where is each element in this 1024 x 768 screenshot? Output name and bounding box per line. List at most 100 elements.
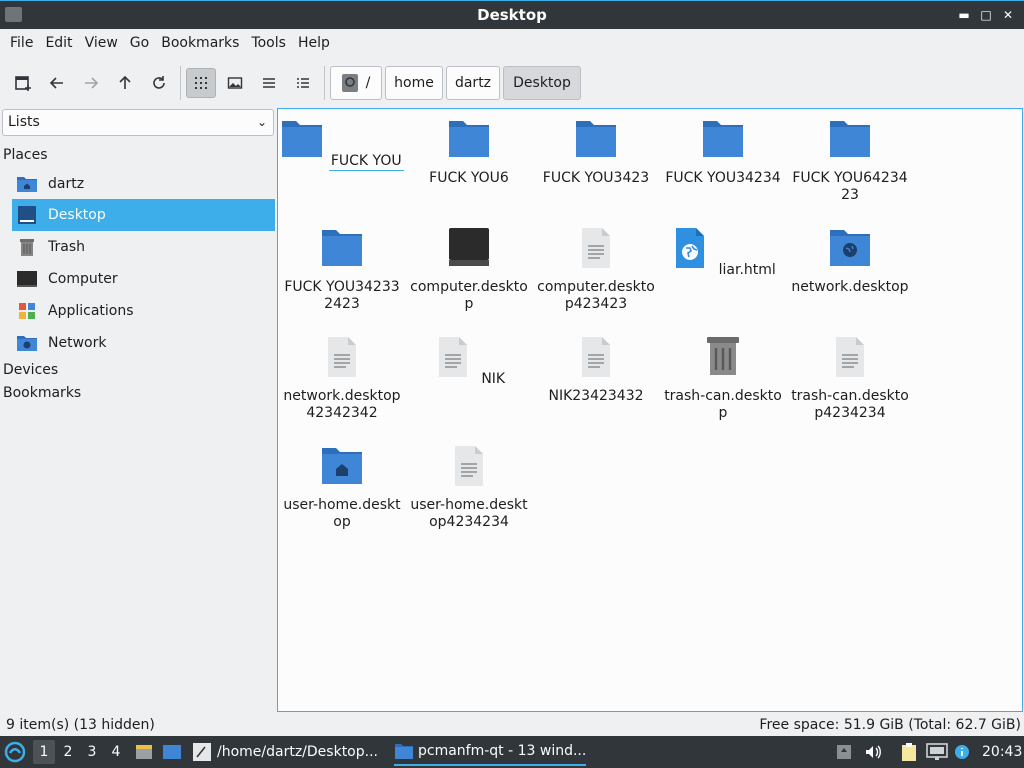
reload-button[interactable] bbox=[144, 68, 174, 98]
desktop-switch-2[interactable]: 2 bbox=[57, 740, 79, 764]
menu-tools[interactable]: Tools bbox=[245, 31, 292, 55]
file-item[interactable]: trash-can.desktop4234234 bbox=[788, 335, 912, 422]
toolbar-separator bbox=[324, 66, 325, 100]
tray-network[interactable] bbox=[926, 736, 948, 768]
info-icon bbox=[955, 745, 969, 759]
clock[interactable]: 20:43 bbox=[982, 736, 1022, 768]
place-computer[interactable]: Computer bbox=[12, 263, 275, 295]
folder-icon bbox=[830, 121, 870, 157]
file-item[interactable]: FUCK YOU6 bbox=[407, 117, 531, 187]
desktop-switch-1[interactable]: 1 bbox=[33, 740, 55, 764]
file-name: user-home.desktop bbox=[283, 497, 401, 530]
side-pane-selector-value: Lists bbox=[8, 114, 40, 130]
file-item[interactable]: user-home.desktop4234234 bbox=[407, 444, 531, 531]
task-label: /home/dartz/Desktop... bbox=[217, 744, 378, 760]
network-folder-icon bbox=[830, 230, 870, 266]
file-name: trash-can.desktop bbox=[664, 388, 782, 421]
file-item[interactable]: FUCK YOU34234 bbox=[661, 117, 785, 187]
file-item[interactable]: FUCK YOU6423423 bbox=[788, 117, 912, 204]
file-item[interactable]: user-home.desktop bbox=[280, 444, 404, 531]
file-name: FUCK YOU34234 bbox=[665, 170, 781, 186]
file-item[interactable]: trash-can.desktop bbox=[661, 335, 785, 422]
close-icon[interactable]: ✕ bbox=[998, 5, 1018, 25]
image-icon bbox=[227, 77, 243, 89]
computer-icon bbox=[449, 228, 489, 266]
html-file-icon bbox=[676, 228, 705, 268]
tray-volume[interactable] bbox=[864, 736, 882, 768]
forward-button[interactable] bbox=[76, 68, 106, 98]
place-label: Computer bbox=[48, 271, 118, 287]
back-button[interactable] bbox=[42, 68, 72, 98]
tray-notifications[interactable] bbox=[954, 736, 970, 768]
places-header[interactable]: Places bbox=[3, 147, 48, 163]
menu-edit[interactable]: Edit bbox=[39, 31, 78, 55]
arrow-right-icon bbox=[85, 77, 99, 89]
menu-view[interactable]: View bbox=[79, 31, 124, 55]
file-item[interactable]: computer.desktop423423 bbox=[534, 226, 658, 313]
side-pane-selector[interactable]: Lists ⌄ bbox=[2, 109, 274, 136]
quicklaunch-file-manager[interactable] bbox=[134, 736, 154, 768]
network-folder-icon bbox=[17, 336, 37, 351]
file-item[interactable]: FUCK YOU3423 bbox=[534, 117, 658, 187]
file-item[interactable]: FUCK YOU342332423 bbox=[280, 226, 404, 313]
file-name: FUCK YOU6 bbox=[429, 170, 509, 186]
file-name: NIK bbox=[481, 371, 506, 387]
file-item[interactable]: network.desktop bbox=[788, 226, 912, 296]
task-terminal[interactable]: /home/dartz/Desktop... bbox=[192, 738, 388, 766]
place-desktop[interactable]: Desktop bbox=[12, 199, 275, 231]
restore-icon[interactable]: □ bbox=[976, 5, 996, 25]
tray-clipboard[interactable] bbox=[900, 736, 918, 768]
file-item[interactable]: liar.html bbox=[661, 226, 785, 279]
desktop-switch-4[interactable]: 4 bbox=[105, 740, 127, 764]
file-name: user-home.desktop4234234 bbox=[410, 497, 528, 530]
file-view[interactable]: FUCK YOU FUCK YOU6 FUCK YOU3423 FUCK YOU… bbox=[277, 108, 1023, 712]
text-file-icon bbox=[455, 446, 483, 486]
place-label: Desktop bbox=[48, 207, 106, 223]
computer-icon bbox=[17, 271, 37, 287]
arrow-up-icon bbox=[119, 75, 131, 89]
menu-help[interactable]: Help bbox=[292, 31, 336, 55]
reload-icon bbox=[153, 76, 165, 89]
trash-icon bbox=[707, 337, 739, 375]
task-pcmanfm[interactable]: pcmanfm-qt - 13 wind... bbox=[394, 738, 586, 766]
up-button[interactable] bbox=[110, 68, 140, 98]
breadcrumb-dartz[interactable]: dartz bbox=[446, 66, 500, 100]
file-item[interactable]: FUCK YOU bbox=[280, 117, 404, 171]
place-label: Applications bbox=[48, 303, 134, 319]
breadcrumb-home[interactable]: home bbox=[385, 66, 443, 100]
title-bar: Desktop ▬ □ ✕ bbox=[0, 0, 1024, 29]
place-dartz[interactable]: dartz bbox=[12, 168, 275, 200]
new-tab-button[interactable] bbox=[8, 68, 38, 98]
breadcrumb-desktop[interactable]: Desktop bbox=[503, 66, 581, 100]
menu-bookmarks[interactable]: Bookmarks bbox=[155, 31, 245, 55]
menu-go[interactable]: Go bbox=[124, 31, 155, 55]
start-menu-button[interactable] bbox=[4, 736, 26, 768]
taskbar: 1 2 3 4 /home/dartz/Desktop... pcmanfm-q… bbox=[0, 736, 1024, 768]
place-network[interactable]: Network bbox=[12, 327, 275, 359]
toolbar: / home dartz Desktop bbox=[0, 60, 1024, 104]
detailed-list-icon bbox=[297, 78, 309, 88]
place-applications[interactable]: Applications bbox=[12, 295, 275, 327]
desktop-switch-3[interactable]: 3 bbox=[81, 740, 103, 764]
menu-file[interactable]: File bbox=[4, 31, 39, 55]
place-trash[interactable]: Trash bbox=[12, 231, 275, 263]
folder-icon bbox=[322, 230, 362, 266]
show-desktop-icon bbox=[163, 745, 181, 759]
minimize-icon[interactable]: ▬ bbox=[954, 5, 974, 25]
tray-updates[interactable] bbox=[836, 736, 852, 768]
bookmarks-header[interactable]: Bookmarks bbox=[3, 385, 81, 401]
breadcrumb-root[interactable]: / bbox=[330, 66, 382, 100]
text-file-icon bbox=[438, 337, 467, 377]
file-name: FUCK YOU3423 bbox=[542, 170, 650, 186]
devices-header[interactable]: Devices bbox=[3, 362, 58, 378]
file-item[interactable]: NIK bbox=[407, 335, 531, 388]
file-item[interactable]: NIK23423432 bbox=[534, 335, 658, 405]
quicklaunch-show-desktop[interactable] bbox=[162, 736, 182, 768]
file-item[interactable]: network.desktop42342342 bbox=[280, 335, 404, 422]
detailed-view-button[interactable] bbox=[288, 68, 318, 98]
compact-view-button[interactable] bbox=[254, 68, 284, 98]
file-item[interactable]: computer.desktop bbox=[407, 226, 531, 313]
home-folder-icon bbox=[322, 448, 362, 484]
thumbnail-view-button[interactable] bbox=[220, 68, 250, 98]
icon-view-button[interactable] bbox=[186, 68, 216, 98]
